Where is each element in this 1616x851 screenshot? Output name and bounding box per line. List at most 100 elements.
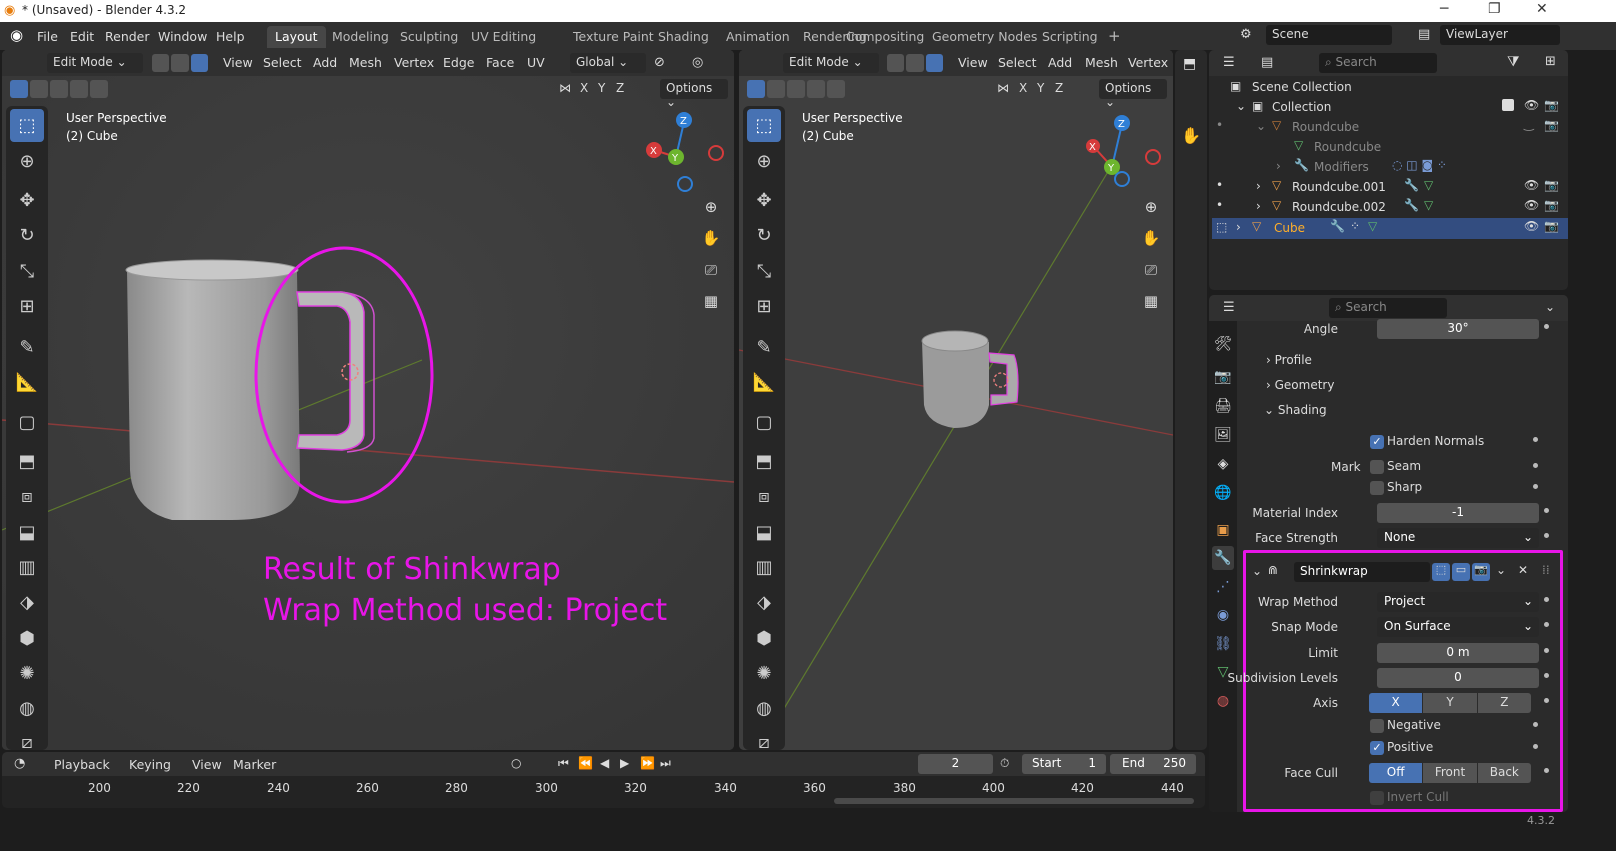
edge-select-button[interactable] xyxy=(171,54,189,72)
snap-mode-dropdown[interactable]: On Surface ⌄ xyxy=(1377,617,1539,637)
render-camera-icon[interactable]: 📷 xyxy=(1544,118,1559,132)
move-tool[interactable]: ✥ xyxy=(10,184,44,217)
add-cube-tool[interactable]: ▢ xyxy=(10,406,44,439)
smooth-tool[interactable]: ◍ xyxy=(10,692,44,725)
menu-mesh[interactable]: Mesh xyxy=(349,55,382,70)
navigation-gizmo-left[interactable]: Z X Y xyxy=(642,110,732,200)
menu-add[interactable]: Add xyxy=(1048,55,1072,70)
constraints-tab-icon[interactable]: ⛓ xyxy=(1212,632,1234,656)
modifier-tab-icon[interactable]: 🔧 xyxy=(1212,546,1234,570)
world-tab-icon[interactable]: 🌐 xyxy=(1212,481,1234,505)
knife-tool[interactable]: ⬗ xyxy=(747,586,781,619)
end-frame-field[interactable]: End 250 xyxy=(1110,754,1196,774)
select-subtract-button[interactable] xyxy=(50,80,68,98)
select-box-tool[interactable]: ⬚ xyxy=(747,109,781,142)
menu-face[interactable]: Face xyxy=(486,55,514,70)
outliner-row-collection[interactable]: ⌄ ▣ Collection 👁 📷 xyxy=(1212,97,1568,117)
vertex-select-button[interactable] xyxy=(887,54,905,72)
spin-tool[interactable]: ✺ xyxy=(10,657,44,690)
geometry-panel-header[interactable]: › Geometry xyxy=(1266,378,1334,392)
menu-add[interactable]: Add xyxy=(313,55,337,70)
expand-icon[interactable]: ⌄ xyxy=(1256,119,1266,133)
outliner-row-roundcube[interactable]: • ⌄ ▽ Roundcube ‿ 📷 xyxy=(1212,117,1568,137)
next-keyframe-icon[interactable]: ⏩ xyxy=(640,756,655,770)
axis-z-button[interactable]: Z xyxy=(1477,693,1531,713)
transform-tool[interactable]: ⊞ xyxy=(10,290,44,323)
play-icon[interactable]: ▶ xyxy=(620,756,629,770)
pan-hand-icon[interactable]: ✋ xyxy=(1181,126,1201,145)
expand-icon[interactable]: › xyxy=(1276,159,1281,173)
prev-keyframe-icon[interactable]: ⏪ xyxy=(578,756,593,770)
edit-mode-toggle-icon[interactable]: ⬚ xyxy=(1432,563,1450,581)
select-invert-button[interactable] xyxy=(807,80,825,98)
select-new-button[interactable] xyxy=(747,80,765,98)
shading-panel-header[interactable]: ⌄ Shading xyxy=(1264,403,1327,417)
scale-tool[interactable]: ⤡ xyxy=(747,255,781,288)
render-camera-icon[interactable]: 📷 xyxy=(1544,219,1559,233)
delete-modifier-icon[interactable]: ✕ xyxy=(1518,563,1528,577)
menu-help[interactable]: Help xyxy=(216,29,245,44)
menu-window[interactable]: Window xyxy=(158,29,207,44)
viewport-right[interactable]: Edit Mode ⌄ View Select Add Mesh Vertex … xyxy=(739,50,1173,750)
scene-selector[interactable]: Scene xyxy=(1266,25,1392,45)
add-workspace-button[interactable]: + xyxy=(1100,24,1129,46)
keyframe-dot[interactable] xyxy=(1544,648,1549,653)
pan-hand-icon[interactable]: ✋ xyxy=(1137,224,1165,252)
axis-x-toggle[interactable]: X xyxy=(1019,81,1027,95)
rotate-tool[interactable]: ↻ xyxy=(10,219,44,252)
render-toggle-icon[interactable]: 📷 xyxy=(1472,563,1490,581)
minimize-button[interactable]: ─ xyxy=(1440,1,1448,17)
menu-playback[interactable]: Playback xyxy=(54,757,110,772)
measure-tool[interactable]: 📐 xyxy=(747,366,781,399)
keyframe-dot[interactable] xyxy=(1544,698,1549,703)
expand-icon[interactable]: › xyxy=(1256,199,1261,213)
loop-cut-tool[interactable]: ▥ xyxy=(10,551,44,584)
keyframe-dot[interactable] xyxy=(1533,744,1538,749)
loop-cut-tool[interactable]: ▥ xyxy=(747,551,781,584)
menu-file[interactable]: File xyxy=(37,29,58,44)
viewport-left[interactable]: Edit Mode ⌄ View Select Add Mesh Vertex … xyxy=(2,50,734,750)
ortho-grid-icon[interactable]: ▦ xyxy=(1137,287,1165,315)
poly-build-tool[interactable]: ⬢ xyxy=(10,622,44,655)
bevel-tool[interactable]: ⬓ xyxy=(747,516,781,549)
scale-tool[interactable]: ⤡ xyxy=(10,255,44,288)
menu-mesh[interactable]: Mesh xyxy=(1085,55,1118,70)
tab-geometry-nodes[interactable]: Geometry Nodes xyxy=(924,26,1045,48)
visibility-eye-icon[interactable]: ‿ xyxy=(1524,117,1534,131)
visibility-eye-icon[interactable]: 👁 xyxy=(1524,178,1539,192)
render-camera-icon[interactable]: 📷 xyxy=(1544,178,1559,192)
menu-marker[interactable]: Marker xyxy=(233,757,276,772)
clock-icon[interactable]: ◔ xyxy=(14,756,25,771)
spin-tool[interactable]: ✺ xyxy=(747,657,781,690)
annotate-tool[interactable]: ✎ xyxy=(747,331,781,364)
navigation-gizmo-right[interactable]: Z X Y xyxy=(1084,110,1169,200)
limit-field[interactable]: 0 m xyxy=(1377,643,1539,663)
keyframe-dot[interactable] xyxy=(1544,768,1549,773)
tab-shading[interactable]: Shading xyxy=(650,26,717,48)
current-frame-field[interactable]: 2 xyxy=(918,754,993,774)
expand-icon[interactable]: › xyxy=(1256,179,1261,193)
vertex-select-button[interactable] xyxy=(152,54,170,72)
knife-tool[interactable]: ⬗ xyxy=(10,586,44,619)
extrude-tool[interactable]: ⬒ xyxy=(10,445,44,478)
menu-edge[interactable]: Edge xyxy=(443,55,474,70)
axis-y-toggle[interactable]: Y xyxy=(1037,81,1044,95)
invert-cull-checkbox[interactable] xyxy=(1370,791,1384,805)
menu-vertex[interactable]: Vertex xyxy=(394,55,434,70)
options-dropdown-left[interactable]: Options ⌄ xyxy=(660,79,728,109)
axis-x-toggle[interactable]: X xyxy=(580,81,588,95)
viewport-toggle-icon[interactable]: ▭ xyxy=(1452,563,1470,581)
close-button[interactable]: ✕ xyxy=(1536,1,1548,17)
editor-type-icon[interactable]: ☰ xyxy=(1223,55,1235,70)
select-extend-button[interactable] xyxy=(767,80,785,98)
keyframe-dot[interactable] xyxy=(1544,597,1549,602)
menu-render[interactable]: Render xyxy=(105,29,150,44)
keyframe-dot[interactable] xyxy=(1533,722,1538,727)
object-tab-icon[interactable]: ▣ xyxy=(1212,518,1234,542)
menu-view[interactable]: View xyxy=(192,757,222,772)
select-extend-button[interactable] xyxy=(30,80,48,98)
menu-view[interactable]: View xyxy=(958,55,988,70)
outliner-row-roundcube-001[interactable]: • › ▽ Roundcube.001 🔧 ▽ 👁 📷 xyxy=(1212,177,1568,197)
positive-checkbox[interactable]: ✓ xyxy=(1370,741,1384,755)
scene-tab-icon[interactable]: ◈ xyxy=(1212,452,1234,476)
